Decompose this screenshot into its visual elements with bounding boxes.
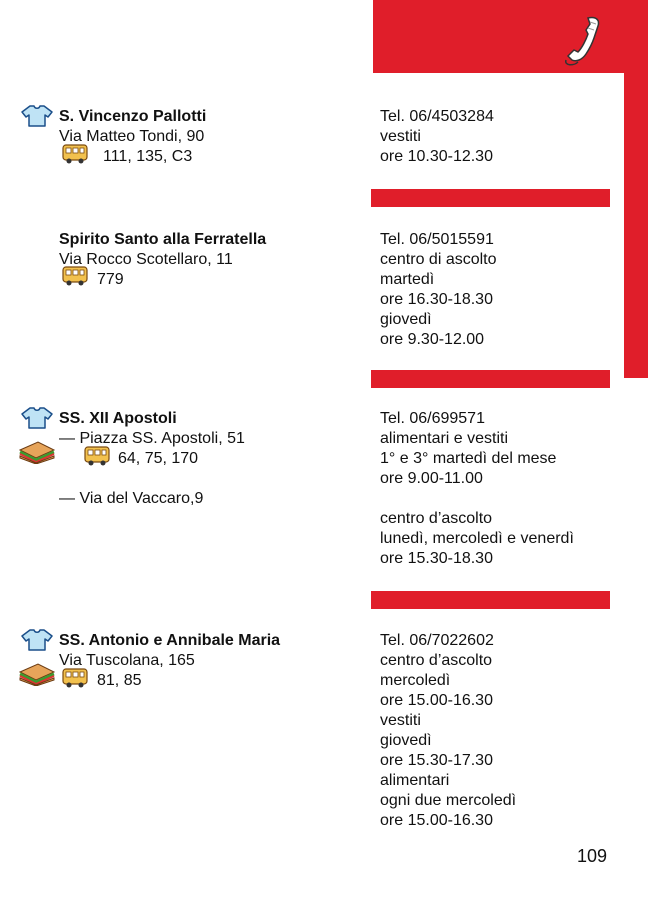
detail-line: centro di ascolto xyxy=(380,251,497,268)
detail-line: ore 15.00-16.30 xyxy=(380,692,493,709)
separator-bar xyxy=(371,591,610,609)
entry-details: Tel. 06/699571 alimentari e vestiti 1° e… xyxy=(380,409,574,569)
shirt-icon xyxy=(21,407,53,429)
detail-line: ore 9.00-11.00 xyxy=(380,470,483,487)
detail-line: alimentari e vestiti xyxy=(380,430,509,447)
entry-name: S. Vincenzo Pallotti xyxy=(59,108,207,125)
detail-line: martedì xyxy=(380,271,435,288)
detail-line: 1° e 3° martedì del mese xyxy=(380,450,557,467)
bus-icon xyxy=(62,144,88,164)
detail-line: Tel. 06/4503284 xyxy=(380,108,494,125)
detail-line: lunedì, mercoledì e venerdì xyxy=(380,530,574,547)
entry-left: Spirito Santo alla Ferratella Via Rocco … xyxy=(59,230,266,290)
separator-bar xyxy=(371,370,610,388)
entry-name: SS. Antonio e Annibale Maria xyxy=(59,632,281,649)
entry-address-secondary: — Via del Vaccaro,9 xyxy=(59,490,204,507)
entry-name: SS. XII Apostoli xyxy=(59,410,177,427)
red-side-tab xyxy=(624,0,648,378)
detail-line: ore 15.00-16.30 xyxy=(380,812,493,829)
bus-lines: 64, 75, 170 xyxy=(118,450,199,467)
detail-line: centro d’ascolto xyxy=(380,510,493,527)
shirt-icon xyxy=(21,105,53,127)
entry-details: Tel. 06/5015591 centro di ascolto marted… xyxy=(380,230,497,350)
bus-icon xyxy=(62,668,88,688)
detail-line: vestiti xyxy=(380,712,421,729)
detail-line: ore 15.30-18.30 xyxy=(380,550,493,567)
detail-line: Tel. 06/7022602 xyxy=(380,632,494,649)
page-number: 109 xyxy=(577,846,608,866)
entry-left: SS. Antonio e Annibale Maria Via Tuscola… xyxy=(59,631,280,691)
bus-icon xyxy=(84,446,110,466)
detail-line: giovedì xyxy=(380,732,432,749)
bus-lines: 111, 135, C3 xyxy=(103,148,193,165)
detail-line: ore 15.30-17.30 xyxy=(380,752,493,769)
entry-details: Tel. 06/4503284 vestiti ore 10.30-12.30 xyxy=(380,107,494,167)
entry-address: Via Rocco Scotellaro, 11 xyxy=(59,251,233,268)
detail-line: Tel. 06/5015591 xyxy=(380,231,494,248)
bus-lines: 779 xyxy=(97,271,124,288)
detail-line: mercoledì xyxy=(380,672,451,689)
telephone-icon xyxy=(565,16,600,66)
shirt-icon xyxy=(21,629,53,651)
entry-name: Spirito Santo alla Ferratella xyxy=(59,231,267,248)
detail-line: giovedì xyxy=(380,311,432,328)
detail-line: ore 10.30-12.30 xyxy=(380,148,493,165)
detail-line: Tel. 06/699571 xyxy=(380,410,485,427)
bus-lines: 81, 85 xyxy=(97,672,142,689)
detail-line: ogni due mercoledì xyxy=(380,792,517,809)
detail-line: centro d’ascolto xyxy=(380,652,493,669)
separator-bar xyxy=(371,189,610,207)
bus-icon xyxy=(62,266,88,286)
detail-line: ore 9.30-12.00 xyxy=(380,331,485,348)
sandwich-icon xyxy=(18,441,56,464)
entry-details: Tel. 06/7022602 centro d’ascolto mercole… xyxy=(380,631,516,831)
sandwich-icon xyxy=(18,663,56,686)
entry-address: Via Tuscolana, 165 xyxy=(59,652,195,669)
detail-line: ore 16.30-18.30 xyxy=(380,291,493,308)
detail-line: alimentari xyxy=(380,772,450,789)
detail-line: vestiti xyxy=(380,128,421,145)
